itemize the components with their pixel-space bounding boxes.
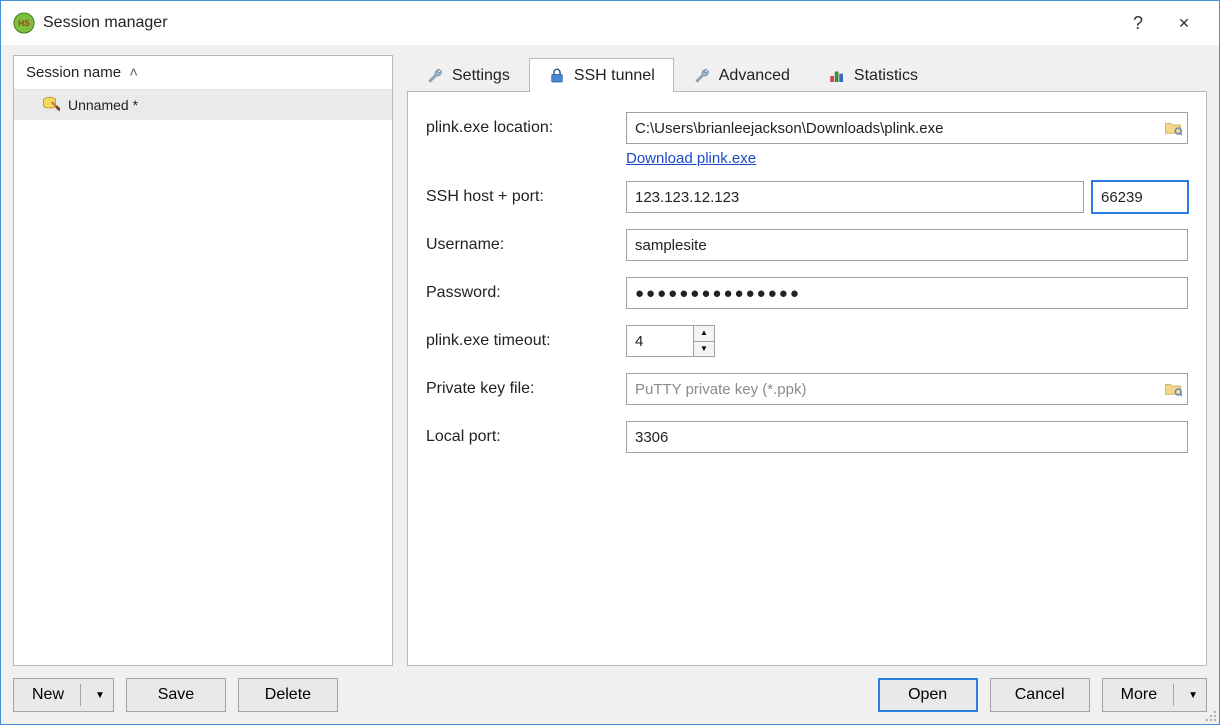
tab-advanced[interactable]: Advanced (674, 58, 809, 92)
private-key-input[interactable] (626, 373, 1188, 405)
chevron-down-icon: ▼ (1188, 690, 1198, 701)
spinner-down-button[interactable]: ▼ (694, 342, 714, 357)
local-port-input[interactable] (626, 421, 1188, 453)
save-button-label: Save (158, 686, 194, 704)
ssh-port-input[interactable] (1092, 181, 1188, 213)
database-icon (42, 96, 60, 114)
plink-location-label: plink.exe location: (426, 119, 626, 137)
delete-button-label: Delete (265, 686, 311, 704)
ssh-tunnel-tab-content: plink.exe location: (407, 91, 1207, 666)
open-button[interactable]: Open (878, 678, 978, 712)
private-key-row: Private key file: (426, 373, 1188, 405)
local-port-label: Local port: (426, 428, 626, 446)
ssh-host-input[interactable] (626, 181, 1084, 213)
window-title: Session manager (43, 14, 168, 32)
tab-label: Advanced (719, 67, 790, 85)
session-list-item-label: Unnamed * (68, 97, 138, 113)
settings-panel: Settings SSH tunnel Advanced (407, 55, 1207, 666)
new-button[interactable]: New ▼ (13, 678, 114, 712)
close-icon: ✕ (1178, 15, 1190, 32)
tab-label: Settings (452, 67, 510, 85)
tab-ssh-tunnel[interactable]: SSH tunnel (529, 58, 674, 92)
wrench-icon (693, 67, 711, 85)
titlebar: HS Session manager ? ✕ (1, 1, 1219, 45)
new-button-label: New (32, 686, 64, 704)
delete-button[interactable]: Delete (238, 678, 338, 712)
session-list-item[interactable]: Unnamed * (14, 90, 392, 120)
password-label: Password: (426, 284, 626, 302)
username-label: Username: (426, 236, 626, 254)
ssh-host-port-label: SSH host + port: (426, 188, 626, 206)
bar-chart-icon (828, 67, 846, 85)
sort-indicator-icon: ˄ (129, 64, 138, 81)
spinner-up-button[interactable]: ▲ (694, 326, 714, 342)
open-button-label: Open (908, 686, 947, 704)
plink-timeout-input[interactable] (626, 325, 694, 357)
save-button[interactable]: Save (126, 678, 226, 712)
cancel-button-label: Cancel (1015, 686, 1065, 704)
password-input[interactable] (626, 277, 1188, 309)
session-list-header-label: Session name (26, 64, 121, 81)
ssh-host-port-row: SSH host + port: (426, 181, 1188, 213)
plink-location-input[interactable] (626, 112, 1188, 144)
dialog-body: Session name ˄ Unnamed * (1, 45, 1219, 724)
chevron-down-icon: ▼ (95, 690, 105, 701)
username-row: Username: (426, 229, 1188, 261)
plink-timeout-row: plink.exe timeout: ▲ ▼ (426, 325, 1188, 357)
app-icon: HS (13, 12, 35, 34)
plink-timeout-label: plink.exe timeout: (426, 332, 626, 350)
session-list-header[interactable]: Session name ˄ (14, 56, 392, 90)
session-manager-window: HS Session manager ? ✕ Session name ˄ (0, 0, 1220, 725)
help-button[interactable]: ? (1115, 7, 1161, 39)
wrench-icon (426, 67, 444, 85)
local-port-row: Local port: (426, 421, 1188, 453)
tab-statistics[interactable]: Statistics (809, 58, 937, 92)
session-list-panel: Session name ˄ Unnamed * (13, 55, 393, 666)
lock-icon (548, 67, 566, 85)
close-button[interactable]: ✕ (1161, 7, 1207, 39)
dialog-button-row: New ▼ Save Delete Open Cancel More ▼ (1, 666, 1219, 724)
svg-text:HS: HS (18, 19, 30, 28)
download-plink-row: Download plink.exe (426, 150, 1188, 167)
resize-grip-icon[interactable] (1203, 708, 1217, 722)
timeout-spinner: ▲ ▼ (694, 325, 715, 357)
tab-bar: Settings SSH tunnel Advanced (407, 55, 1207, 91)
cancel-button[interactable]: Cancel (990, 678, 1090, 712)
tab-label: SSH tunnel (574, 67, 655, 85)
download-plink-link[interactable]: Download plink.exe (626, 150, 756, 167)
private-key-label: Private key file: (426, 380, 626, 398)
password-row: Password: (426, 277, 1188, 309)
tab-label: Statistics (854, 67, 918, 85)
more-button[interactable]: More ▼ (1102, 678, 1207, 712)
tab-settings[interactable]: Settings (407, 58, 529, 92)
session-list: Unnamed * (14, 90, 392, 665)
plink-location-row: plink.exe location: (426, 112, 1188, 144)
username-input[interactable] (626, 229, 1188, 261)
more-button-label: More (1121, 686, 1157, 704)
